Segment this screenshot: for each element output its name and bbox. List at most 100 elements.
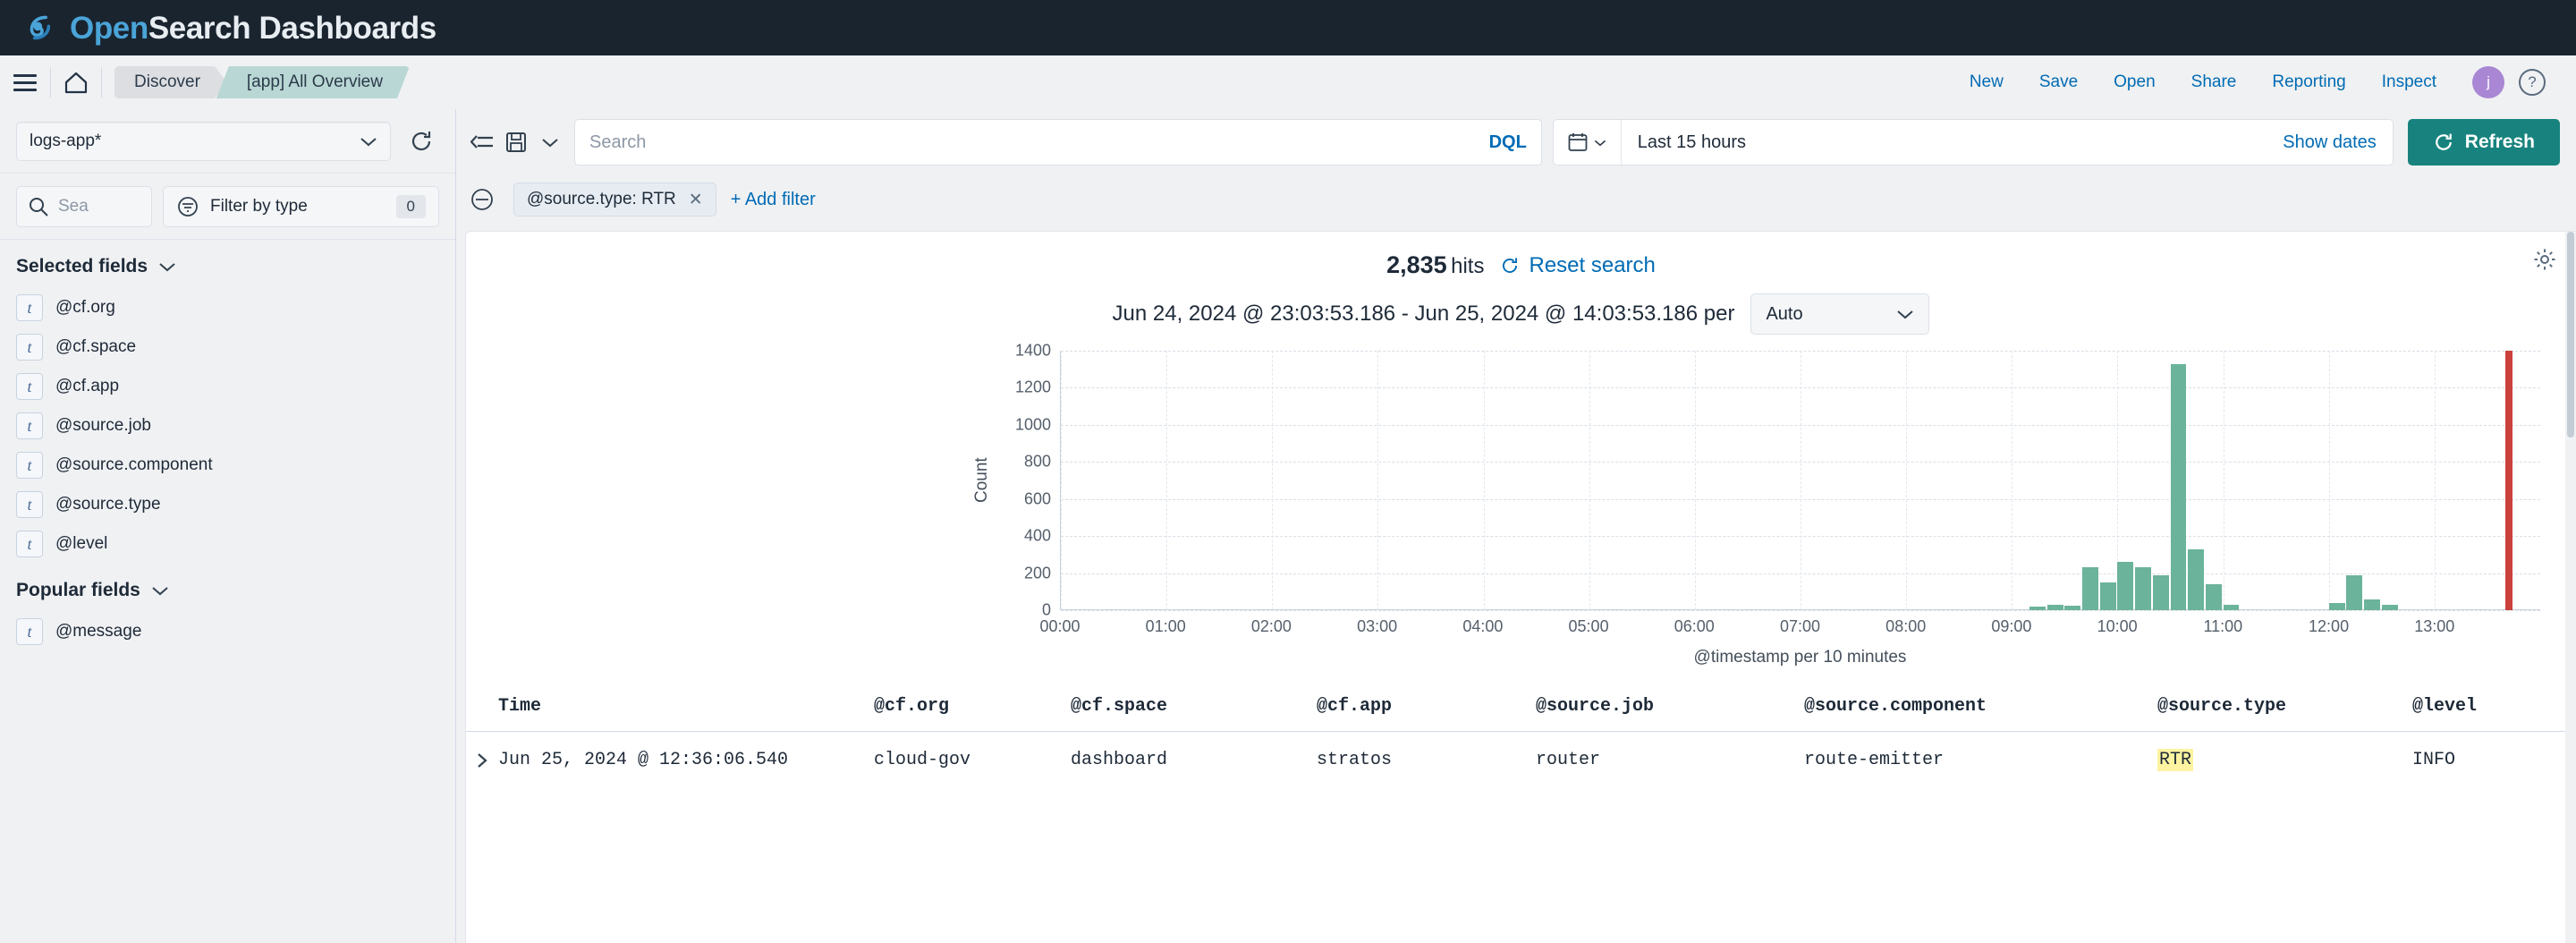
histogram-bar[interactable] [2328, 602, 2345, 610]
popular-fields-header[interactable]: Popular fields [0, 564, 455, 612]
avatar[interactable]: j [2472, 66, 2504, 98]
date-range-value[interactable]: Last 15 hours [1622, 132, 1746, 153]
menu-toggle-button[interactable] [0, 55, 50, 109]
refresh-button[interactable]: Refresh [2407, 119, 2560, 166]
highlighted-value: RTR [2157, 749, 2194, 771]
string-type-icon: t [16, 294, 43, 321]
scrollbar-thumb[interactable] [2567, 232, 2574, 438]
nav-divider [101, 67, 102, 98]
cell-cf-app: stratos [1317, 750, 1393, 770]
field-item-level[interactable]: t @level [0, 524, 455, 564]
help-icon[interactable]: ? [2519, 69, 2546, 96]
show-dates-button[interactable]: Show dates [2283, 132, 2393, 153]
field-item-cf-space[interactable]: t @cf.space [0, 327, 455, 367]
nav-link-open[interactable]: Open [2096, 72, 2173, 92]
breadcrumb-item-discover[interactable]: Discover [114, 66, 227, 98]
date-quick-select-button[interactable] [1554, 120, 1622, 165]
nav-link-reporting[interactable]: Reporting [2254, 72, 2363, 92]
discover-main: Search DQL Last 15 hours Show dates Refr… [456, 109, 2576, 943]
column-header-source-job[interactable]: @source.job [1536, 696, 1804, 717]
opensearch-logo[interactable]: OpenSearch Dashboards [23, 9, 436, 47]
field-name: @source.job [55, 416, 151, 435]
search-input[interactable]: Search DQL [574, 119, 1542, 166]
search-placeholder: Search [589, 132, 647, 152]
histogram-bar[interactable] [2504, 351, 2512, 610]
results-panel: 2,835 hits Reset search Jun 24, 2024 @ 2… [465, 231, 2576, 943]
app-body: logs-app* Sea Filter by type 0 Selected … [0, 109, 2576, 943]
gridline [1166, 351, 1168, 610]
x-axis-tick: 10:00 [2097, 617, 2138, 635]
x-axis-tick: 07:00 [1779, 617, 1821, 635]
field-name: @source.type [55, 495, 161, 514]
histogram-bar[interactable] [2170, 363, 2187, 610]
filter-by-type-button[interactable]: Filter by type 0 [163, 185, 439, 227]
column-header-cf-app[interactable]: @cf.app [1317, 696, 1536, 717]
column-header-time[interactable]: Time [498, 696, 874, 717]
dql-language-button[interactable]: DQL [1475, 132, 1527, 153]
vertical-scrollbar[interactable] [2565, 232, 2576, 943]
refresh-index-button[interactable] [403, 123, 439, 159]
add-filter-button[interactable]: + Add filter [731, 190, 816, 210]
index-pattern-select[interactable]: logs-app* [16, 121, 391, 161]
histogram-bar[interactable] [2205, 584, 2222, 610]
filter-options-button[interactable] [465, 183, 499, 217]
breadcrumb-item-app-all-overview[interactable]: [app] All Overview [216, 66, 410, 98]
histogram-bar[interactable] [2188, 548, 2205, 610]
histogram-bar[interactable] [2082, 567, 2098, 610]
refresh-icon [411, 131, 431, 150]
column-header-source-type[interactable]: @source.type [2157, 696, 2412, 717]
close-icon[interactable]: ✕ [689, 190, 703, 210]
gridline [1272, 351, 1274, 610]
string-type-icon: t [16, 334, 43, 361]
home-button[interactable] [51, 55, 101, 109]
field-item-source-component[interactable]: t @source.component [0, 446, 455, 485]
histogram-bar[interactable] [2135, 567, 2151, 610]
cell-source-component: route-emitter [1804, 750, 1945, 770]
histogram-bar[interactable] [2099, 582, 2116, 610]
expand-row-button[interactable] [466, 752, 498, 769]
popular-fields-label: Popular fields [16, 580, 140, 600]
string-type-icon: t [16, 412, 43, 439]
field-item-cf-app[interactable]: t @cf.app [0, 367, 455, 406]
saved-query-dropdown-button[interactable] [533, 123, 567, 162]
nav-link-share[interactable]: Share [2174, 72, 2255, 92]
chart-options-button[interactable] [2533, 248, 2556, 276]
x-axis-tick: 03:00 [1357, 617, 1398, 635]
chevron-down-icon [152, 587, 168, 596]
histogram-bar[interactable] [2346, 574, 2363, 610]
selected-fields-header[interactable]: Selected fields [0, 240, 455, 288]
field-item-source-job[interactable]: t @source.job [0, 406, 455, 446]
field-search-input[interactable]: Sea [16, 185, 152, 227]
nav-link-save[interactable]: Save [2021, 72, 2096, 92]
nav-link-inspect[interactable]: Inspect [2364, 72, 2454, 92]
index-pattern-row: logs-app* [0, 109, 455, 174]
save-query-button[interactable] [499, 123, 533, 162]
string-type-icon: t [16, 618, 43, 645]
nav-link-new[interactable]: New [1952, 72, 2021, 92]
gear-icon [2534, 249, 2555, 270]
column-header-cf-org[interactable]: @cf.org [874, 696, 1071, 717]
histogram-bar[interactable] [2364, 599, 2380, 610]
nav-left-group: Discover [app] All Overview [0, 55, 410, 109]
column-header-cf-space[interactable]: @cf.space [1071, 696, 1317, 717]
column-header-source-component[interactable]: @source.component [1804, 696, 2157, 717]
column-header-level[interactable]: @level [2412, 696, 2576, 717]
collapse-sidebar-button[interactable] [465, 123, 499, 162]
cell-source-job: router [1536, 750, 1601, 770]
reset-search-button[interactable]: Reset search [1500, 253, 1656, 278]
cell-source-type: RTR [2157, 749, 2412, 771]
filter-pill-source-type[interactable]: @source.type: RTR ✕ [513, 183, 716, 217]
filter-icon [178, 196, 198, 217]
calendar-icon [1568, 133, 1588, 151]
interval-select[interactable]: Auto [1750, 293, 1930, 335]
table-row[interactable]: Jun 25, 2024 @ 12:36:06.540 cloud-gov da… [466, 732, 2576, 788]
x-axis-ticks: 00:00 01:00 02:00 03:00 04:00 05:00 06:00 07:00… [1039, 610, 2540, 642]
histogram-bar[interactable] [2117, 562, 2134, 610]
field-item-cf-org[interactable]: t @cf.org [0, 288, 455, 327]
chevron-down-icon [1595, 140, 1606, 146]
field-item-source-type[interactable]: t @source.type [0, 485, 455, 524]
search-icon [30, 197, 48, 217]
histogram-bar[interactable] [2152, 574, 2169, 610]
field-item-message[interactable]: t @message [0, 612, 455, 651]
cell-cf-org: cloud-gov [874, 750, 971, 770]
